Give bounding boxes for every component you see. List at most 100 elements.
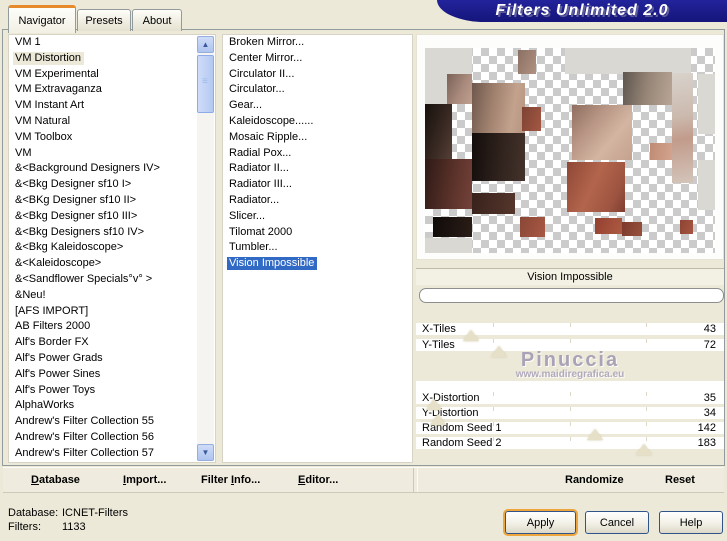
slider-value: 183 [697,437,716,449]
list-item[interactable]: Radiator III... [223,177,412,193]
category-list[interactable]: ▲ ▼ VM 1 VM Distortion VM Experimental VM E… [8,34,216,463]
title-banner: Filters Unlimited 2.0 [437,0,727,22]
slider-thumb[interactable] [463,330,480,341]
list-item[interactable]: VM [9,146,215,162]
status-filters-label: Filters: [8,521,41,533]
list-item[interactable]: VM Distortion [9,51,215,67]
list-item[interactable]: &<Background Designers IV> [9,161,215,177]
filter-list[interactable]: Broken Mirror... Center Mirror... Circulat… [222,34,413,463]
list-item[interactable]: Broken Mirror... [223,35,412,51]
slider-y-distortion[interactable]: Y-Distortion 34 [416,407,724,425]
list-item[interactable]: VM Toolbox [9,130,215,146]
list-item[interactable]: &<Sandflower Specials°v° > [9,272,215,288]
list-item[interactable]: AlphaWorks [9,398,215,414]
list-item[interactable]: Andrew's Filter Collection 55 [9,414,215,430]
list-item[interactable]: Circulator... [223,82,412,98]
preview-tile [698,74,715,134]
slider-thumb[interactable] [586,429,603,440]
list-item[interactable]: Circulator II... [223,67,412,83]
label-part: mport... [126,474,167,486]
list-item[interactable]: Radiator... [223,193,412,209]
editor-button[interactable]: Editor... [298,468,338,492]
list-item-label: Vision Impossible [227,257,318,271]
slider-x-distortion[interactable]: X-Distortion 35 [416,392,724,410]
list-item[interactable]: &<BKg Designer sf10 II> [9,193,215,209]
cancel-button[interactable]: Cancel [585,511,649,534]
slider-value: 142 [697,422,716,434]
help-button[interactable]: Help [659,511,723,534]
list-item-label: &<BKg Designer sf10 II> [15,193,137,206]
slider-random-seed-2[interactable]: Random Seed 2 183 [416,437,724,455]
list-item-label: Center Mirror... [229,51,303,64]
filter-info-button[interactable]: Filter Info... [201,468,260,492]
database-button[interactable]: Database [31,468,80,492]
list-item[interactable]: Slicer... [223,209,412,225]
tab-about[interactable]: About [132,9,182,31]
list-item-label: &<Background Designers IV> [15,162,160,175]
preview-tile [522,107,541,131]
toolbar: Database Import... Filter Info... Editor… [3,467,724,493]
list-item[interactable]: [AFS IMPORT] [9,304,215,320]
list-item-label: &<Sandflower Specials°v° > [15,272,153,285]
randomize-button[interactable]: Randomize [565,468,624,492]
list-item[interactable]: Alf's Power Sines [9,367,215,383]
list-item[interactable]: Alf's Border FX [9,335,215,351]
slider-thumb[interactable] [426,399,443,410]
list-item[interactable]: &<Kaleidoscope> [9,256,215,272]
list-item[interactable]: Alf's Power Toys [9,383,215,399]
list-item[interactable]: Radiator II... [223,161,412,177]
list-item[interactable]: &<Bkg Designer sf10 I> [9,177,215,193]
preview-tile [623,72,672,105]
list-item[interactable]: &<Bkg Designers sf10 IV> [9,225,215,241]
list-item-label: Radiator II... [229,162,289,175]
preview-tile [425,159,472,209]
list-item[interactable]: VM Instant Art [9,98,215,114]
list-item[interactable]: Andrew's Filter Collection 57 [9,446,215,462]
list-item[interactable]: Vision Impossible [223,256,412,272]
scrollbar-thumb[interactable] [197,55,214,113]
list-item[interactable]: &<Bkg Kaleidoscope> [9,240,215,256]
list-item-label: Gear... [229,99,263,112]
list-item[interactable]: VM Natural [9,114,215,130]
slider-thumb[interactable] [429,414,446,425]
list-item[interactable]: VM 1 [9,35,215,51]
import-button[interactable]: Import... [123,468,166,492]
preview-panel [416,34,724,260]
preview-tile [565,48,691,74]
list-item[interactable]: Kaleidoscope...... [223,114,412,130]
list-item[interactable]: Center Mirror... [223,51,412,67]
preview-tile [425,74,447,104]
apply-button[interactable]: Apply [505,511,576,534]
slider-thumb[interactable] [635,444,652,455]
list-item-label: Broken Mirror... [229,36,305,48]
preview-tile [567,162,625,212]
list-item[interactable]: &Neu! [9,288,215,304]
slider-random-seed-1[interactable]: Random Seed 1 142 [416,422,724,440]
scroll-up-button[interactable]: ▲ [197,36,214,53]
tab-label: Navigator [18,14,66,27]
list-item[interactable]: &<Bkg Designer sf10 III> [9,209,215,225]
list-item-label: &<Bkg Kaleidoscope> [15,241,124,254]
watermark-url: www.maidiregrafica.eu [515,369,625,380]
list-item[interactable]: AB Filters 2000 [9,319,215,335]
slider-value: 43 [703,323,716,335]
list-item[interactable]: VM Experimental [9,67,215,83]
tab-presets[interactable]: Presets [77,9,131,31]
list-item[interactable]: Radial Pox... [223,146,412,162]
list-item[interactable]: Tilomat 2000 [223,225,412,241]
list-item[interactable]: Gear... [223,98,412,114]
tab-navigator[interactable]: Navigator [8,5,76,33]
list-item[interactable]: Alf's Power Grads [9,351,215,367]
list-item[interactable]: Mosaic Ripple... [223,130,412,146]
list-item[interactable]: Tumbler... [223,240,412,256]
list-item[interactable]: VM Extravaganza [9,82,215,98]
list-item[interactable]: Andrew's Filter Collection 56 [9,430,215,446]
slider-x-tiles[interactable]: X-Tiles 43 [416,323,724,341]
label-part: Randomize [565,474,624,486]
reset-button[interactable]: Reset [665,468,695,492]
list-item-label: Circulator... [229,83,285,96]
label-part: atabase [38,474,80,486]
scroll-down-button[interactable]: ▼ [197,444,214,461]
label-part: D [31,474,39,486]
category-scrollbar[interactable]: ▲ ▼ [197,36,214,461]
